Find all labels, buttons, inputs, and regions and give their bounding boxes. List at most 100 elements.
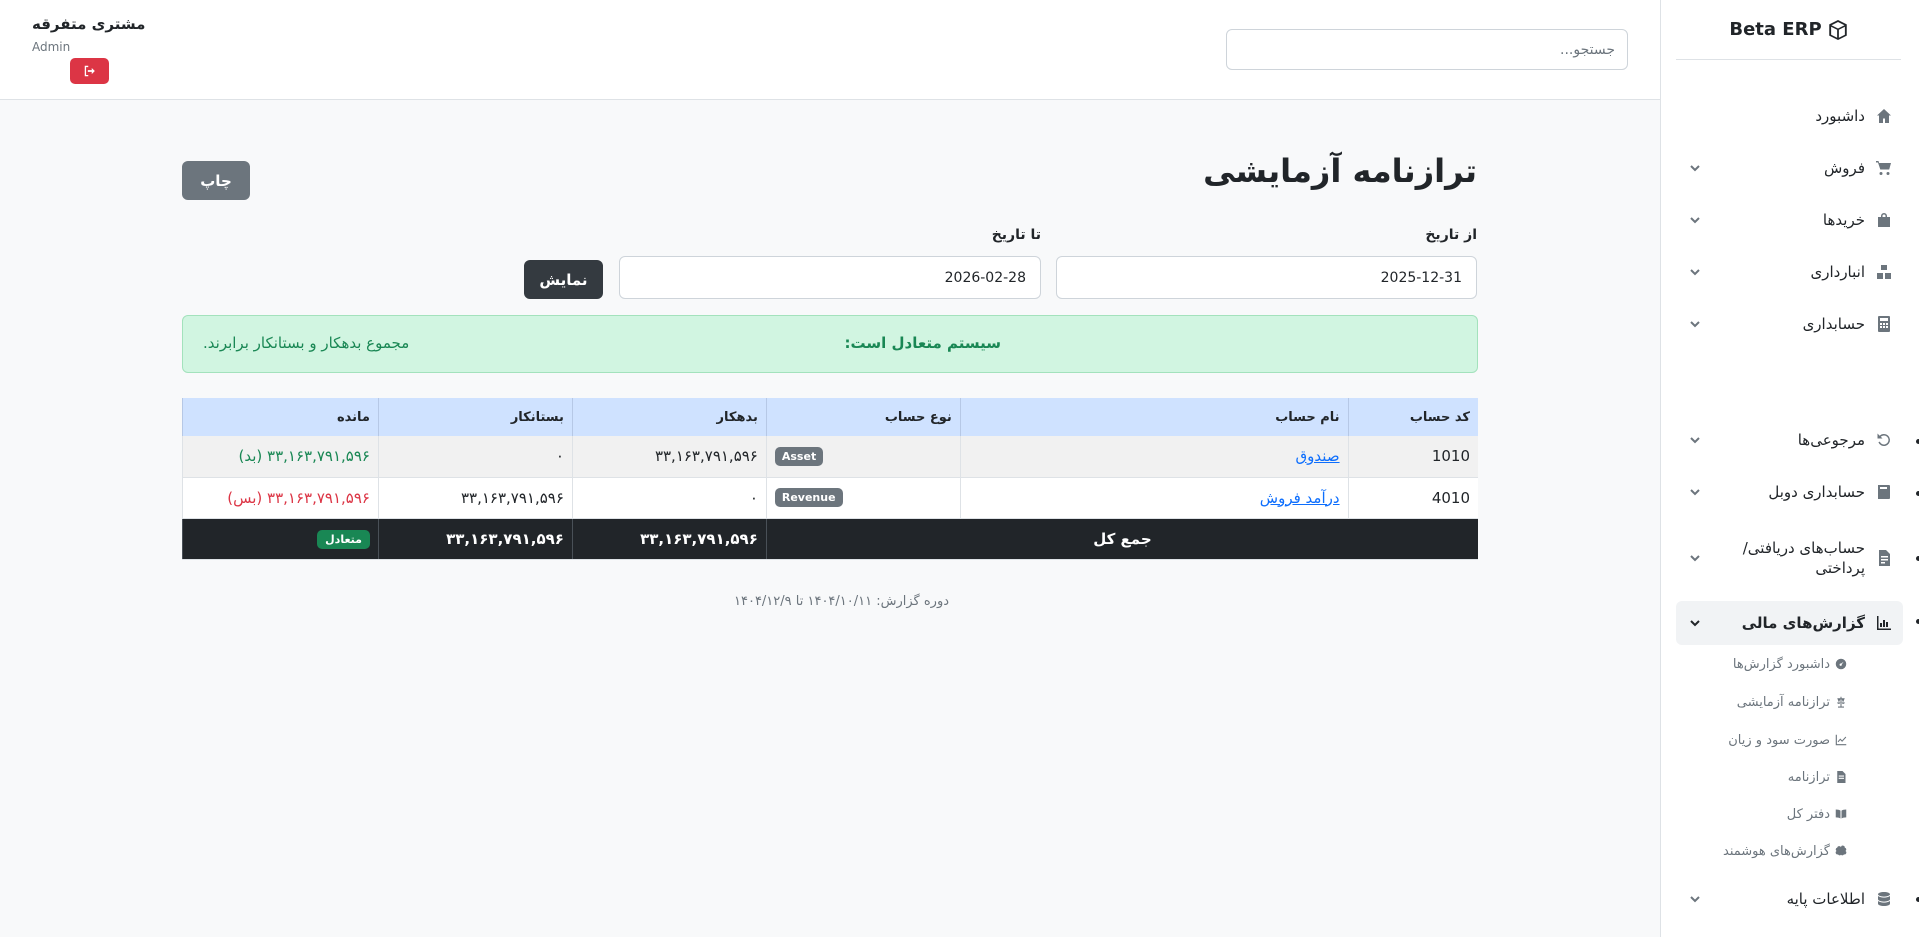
sidebar-item-purchases[interactable]: خریدها <box>1676 200 1903 240</box>
chevron-down-icon[interactable] <box>1688 433 1702 447</box>
subnav-profit-loss[interactable]: صورت سود و زیان <box>1697 728 1847 752</box>
total-credit: ۳۳,۱۶۳,۷۹۱,۵۹۶ <box>377 518 573 560</box>
subnav-label: دفتر کل <box>1786 806 1830 822</box>
subnav-label: گزارش‌های هوشمند <box>1723 843 1830 859</box>
chevron-down-icon[interactable] <box>1688 213 1702 227</box>
chevron-down-icon[interactable] <box>1688 892 1702 906</box>
show-button[interactable]: نمایش <box>524 260 603 299</box>
top-header: مشتری متفرقه Admin <box>0 0 1660 100</box>
from-date-label: از تاریخ <box>1425 227 1477 243</box>
col-header-type: نوع حساب <box>765 398 961 436</box>
scale-icon <box>1834 696 1847 709</box>
col-header-debit: بدهکار <box>571 398 767 436</box>
total-status-cell: متعادل <box>182 518 379 560</box>
print-button[interactable]: چاپ <box>182 161 250 200</box>
to-date-field[interactable] <box>619 256 1041 299</box>
sidebar-item-sales[interactable]: فروش <box>1676 148 1903 188</box>
subnav-reports-dashboard[interactable]: داشبورد گزارش‌ها <box>1697 652 1847 676</box>
table-row: 1010 صندوق Asset ۳۳,۱۶۳,۷۹۱,۵۹۶ ۰ ۳۳,۱۶۳… <box>182 436 1478 478</box>
line-chart-icon <box>1834 734 1847 747</box>
calculator-icon <box>1875 315 1893 333</box>
col-header-code: کد حساب <box>1347 398 1478 436</box>
credit-cell: ۰ <box>377 436 573 478</box>
subnav-smart-reports[interactable]: گزارش‌های هوشمند <box>1697 839 1847 863</box>
credit-cell: ۳۳,۱۶۳,۷۹۱,۵۹۶ <box>377 477 573 519</box>
account-link[interactable]: صندوق <box>1296 447 1340 465</box>
subnav-trial-balance[interactable]: ترازنامه آزمایشی <box>1697 690 1847 714</box>
chevron-down-icon[interactable] <box>1688 161 1702 175</box>
report-period: دوره گزارش: ۱۴۰۴/۱۰/۱۱ تا ۱۴۰۴/۱۲/۹ <box>734 594 950 609</box>
sidebar-item-receivables[interactable]: حساب‌های دریافتی/پرداختی <box>1676 530 1903 586</box>
sidebar-item-label: حسابداری دوبل <box>1768 482 1865 501</box>
total-label: جمع کل <box>765 518 1478 560</box>
cart-icon <box>1875 159 1893 177</box>
account-name-cell: صندوق <box>959 436 1349 478</box>
chart-icon <box>1875 614 1893 632</box>
boxes-icon <box>1875 263 1893 281</box>
account-type-cell: Asset <box>765 436 961 478</box>
sidebar-item-label: انبارداری <box>1810 262 1865 281</box>
sidebar-item-double-entry[interactable]: حسابداری دوبل <box>1676 472 1903 512</box>
chevron-down-icon[interactable] <box>1688 616 1702 630</box>
total-debit: ۳۳,۱۶۳,۷۹۱,۵۹۶ <box>571 518 767 560</box>
open-book-icon <box>1834 808 1847 821</box>
user-role: Admin <box>32 40 71 54</box>
account-type-badge: Revenue <box>774 488 843 507</box>
search-input[interactable] <box>1226 29 1628 70</box>
col-header-balance: مانده <box>182 398 379 436</box>
subnav-label: ترازنامه <box>1787 769 1830 785</box>
logout-button[interactable] <box>70 58 109 84</box>
sidebar-item-label: خریدها <box>1822 210 1865 229</box>
alert-title: سیستم متعادل است: <box>844 334 1001 352</box>
sidebar-item-label: فروش <box>1823 158 1865 177</box>
sidebar-item-inventory[interactable]: انبارداری <box>1676 252 1903 292</box>
alert-message: مجموع بدهکار و بستانکار برابرند. <box>203 334 410 352</box>
from-date-field[interactable] <box>1056 256 1477 299</box>
sidebar: Beta ERP داشبورد فروش خریدها انبارداری ح… <box>1660 0 1919 937</box>
sidebar-item-returns[interactable]: مرجوعی‌ها <box>1676 420 1903 460</box>
page-title: ترازنامه آزمایشی <box>1203 152 1477 190</box>
book-icon <box>1875 483 1893 501</box>
balanced-badge: متعادل <box>317 529 370 549</box>
logout-icon <box>84 65 95 77</box>
balance-cell: ۳۳,۱۶۳,۷۹۱,۵۹۶ (بس) <box>182 477 379 519</box>
account-code: 1010 <box>1347 436 1478 478</box>
gauge-icon <box>1834 658 1847 671</box>
chevron-down-icon[interactable] <box>1688 551 1702 565</box>
subnav-label: صورت سود و زیان <box>1728 732 1830 748</box>
account-type-badge: Asset <box>774 446 824 466</box>
col-header-name: نام حساب <box>959 398 1349 436</box>
balance-alert: سیستم متعادل است: مجموع بدهکار و بستانکا… <box>182 315 1478 373</box>
sidebar-item-label: مرجوعی‌ها <box>1797 430 1865 449</box>
to-date-label: تا تاریخ <box>991 227 1041 243</box>
chevron-down-icon[interactable] <box>1688 317 1702 331</box>
account-link[interactable]: درآمد فروش <box>1260 489 1340 507</box>
sidebar-item-label: حساب‌های دریافتی/پرداختی <box>1742 538 1865 577</box>
sidebar-item-base-info[interactable]: اطلاعات پایه <box>1676 879 1903 919</box>
sidebar-item-accounting[interactable]: حسابداری <box>1676 304 1903 344</box>
sidebar-item-financial-reports[interactable]: گزارش‌های مالی <box>1676 601 1903 645</box>
cube-icon <box>1828 19 1847 40</box>
brand-logo[interactable]: Beta ERP <box>1676 0 1901 60</box>
sidebar-item-label: اطلاعات پایه <box>1786 889 1865 908</box>
subnav-label: داشبورد گزارش‌ها <box>1732 656 1830 672</box>
subnav-general-ledger[interactable]: دفتر کل <box>1697 802 1847 826</box>
database-icon <box>1875 890 1893 908</box>
table-header-row: کد حساب نام حساب نوع حساب بدهکار بستانکا… <box>182 398 1478 436</box>
col-header-credit: بستانکار <box>377 398 573 436</box>
user-name: مشتری متفرقه <box>32 15 146 33</box>
invoice-icon <box>1875 549 1893 567</box>
sidebar-item-dashboard[interactable]: داشبورد <box>1676 96 1903 136</box>
debit-cell: ۳۳,۱۶۳,۷۹۱,۵۹۶ <box>571 436 767 478</box>
brain-icon <box>1834 845 1847 858</box>
undo-icon <box>1875 431 1893 449</box>
subnav-label: ترازنامه آزمایشی <box>1736 694 1830 710</box>
sidebar-item-label: گزارش‌های مالی <box>1741 613 1865 632</box>
brand-name: Beta ERP <box>1729 19 1822 40</box>
subnav-balance-sheet[interactable]: ترازنامه <box>1697 765 1847 789</box>
chevron-down-icon[interactable] <box>1688 485 1702 499</box>
chevron-down-icon[interactable] <box>1688 265 1702 279</box>
bag-icon <box>1875 211 1893 229</box>
sidebar-item-label: داشبورد <box>1815 106 1865 125</box>
trial-balance-table: کد حساب نام حساب نوع حساب بدهکار بستانکا… <box>182 398 1478 560</box>
